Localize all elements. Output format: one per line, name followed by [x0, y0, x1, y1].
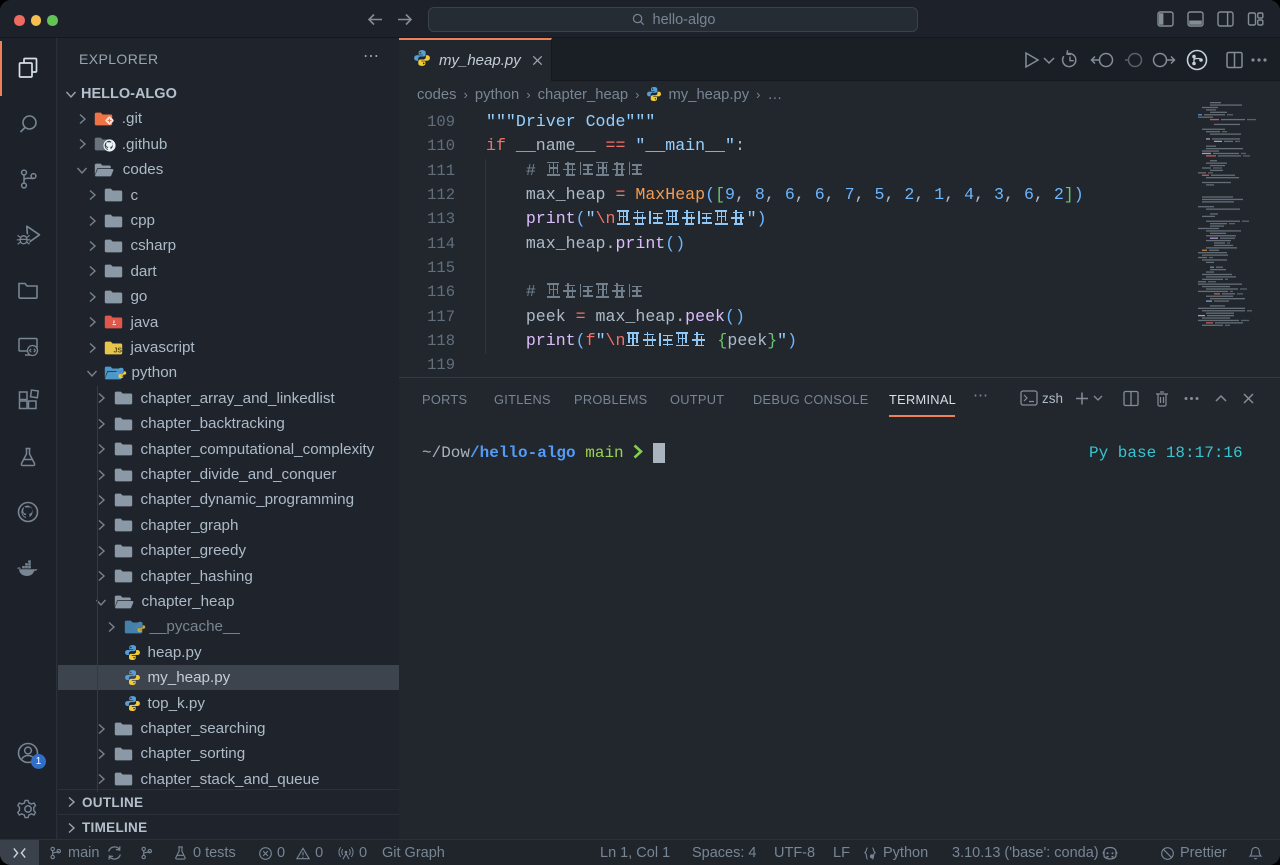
svg-text:JS: JS	[114, 347, 123, 354]
svg-text:zsh: zsh	[1042, 391, 1063, 406]
